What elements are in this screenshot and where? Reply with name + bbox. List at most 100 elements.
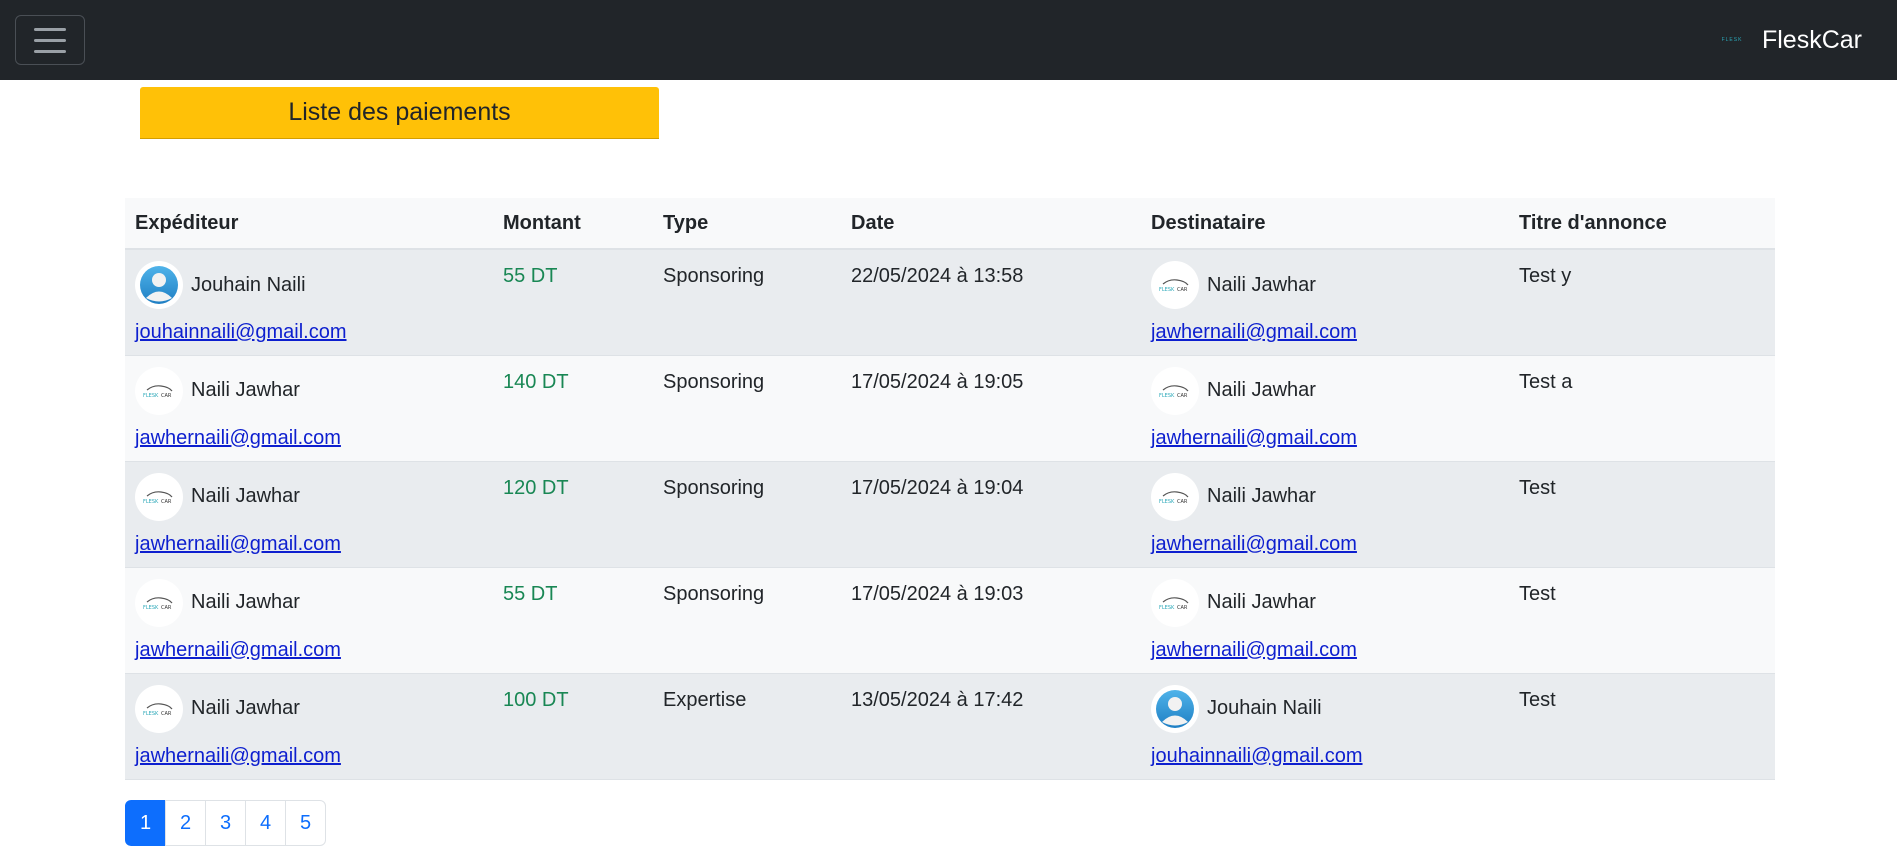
cell-ad-title: Test [1519, 688, 1556, 711]
svg-text:FLESK: FLESK [1159, 287, 1175, 293]
sender-name: Naili Jawhar [191, 379, 300, 401]
cell-amount: 140 DT [503, 370, 569, 393]
sender-email-link[interactable]: jawhernaili@gmail.com [135, 533, 483, 556]
recipient-email-link[interactable]: jawhernaili@gmail.com [1151, 321, 1499, 344]
cell-type: Sponsoring [663, 476, 765, 499]
cell-recipient: FLESK CAR Naili Jawhar jawhernaili@gmail… [1141, 461, 1509, 567]
svg-text:CAR: CAR [1177, 499, 1188, 505]
page-title: Liste des paiements [140, 87, 659, 139]
svg-text:CAR: CAR [161, 711, 172, 717]
recipient-name: Naili Jawhar [1207, 379, 1316, 401]
table-row: FLESK CAR Naili Jawhar jawhernaili@gmail… [125, 355, 1775, 461]
hamburger-icon-bar [34, 49, 66, 53]
cell-date: 17/05/2024 à 19:03 [851, 582, 1024, 605]
svg-text:CAR: CAR [1177, 605, 1188, 611]
svg-text:CAR: CAR [161, 393, 172, 399]
header-sender: Expéditeur [125, 198, 493, 250]
cell-amount: 55 DT [503, 582, 558, 605]
cell-sender: FLESK CAR Naili Jawhar jawhernaili@gmail… [125, 355, 493, 461]
sender-email-link[interactable]: jawhernaili@gmail.com [135, 745, 483, 768]
menu-toggle-button[interactable] [15, 15, 85, 65]
cell-type: Expertise [663, 688, 747, 711]
table-row: FLESK CAR Naili Jawhar jawhernaili@gmail… [125, 567, 1775, 673]
cell-recipient: Jouhain Naili jouhainnaili@gmail.com [1141, 673, 1509, 779]
cell-sender: FLESK CAR Naili Jawhar jawhernaili@gmail… [125, 567, 493, 673]
cell-recipient: FLESK CAR Naili Jawhar jawhernaili@gmail… [1141, 355, 1509, 461]
page-button-5[interactable]: 5 [285, 800, 326, 846]
recipient-info: FLESK CAR Naili Jawhar [1151, 578, 1499, 627]
cell-date: 13/05/2024 à 17:42 [851, 688, 1024, 711]
fleskcar-logo-icon: FLESK CAR [135, 578, 183, 627]
cell-ad-title: Test [1519, 582, 1556, 605]
sender-email-link[interactable]: jawhernaili@gmail.com [135, 427, 483, 450]
cell-type: Sponsoring [663, 370, 765, 393]
recipient-name: Naili Jawhar [1207, 273, 1316, 296]
recipient-info: FLESK CAR Naili Jawhar [1151, 472, 1499, 521]
table-header-row: Expéditeur Montant Type Date Destinatair… [125, 198, 1775, 250]
cell-type: Sponsoring [663, 582, 765, 605]
sender-info: FLESK CAR Naili Jawhar [135, 684, 483, 733]
cell-date: 22/05/2024 à 13:58 [851, 265, 1024, 287]
brand-link[interactable]: FLESK FleskCar [1720, 26, 1862, 55]
pagination: 12345 [125, 800, 326, 846]
cell-date: 17/05/2024 à 19:05 [851, 370, 1024, 393]
sender-name: Naili Jawhar [191, 591, 300, 613]
table-row: Jouhain Naili jouhainnaili@gmail.com 55 … [125, 249, 1775, 355]
cell-amount: 55 DT [503, 265, 558, 287]
fleskcar-logo-icon: FLESK CAR [135, 366, 183, 415]
svg-text:FLESK: FLESK [143, 711, 159, 717]
sender-name: Naili Jawhar [191, 485, 300, 507]
recipient-email-link[interactable]: jouhainnaili@gmail.com [1151, 745, 1499, 768]
fleskcar-logo-icon: FLESK CAR [1151, 578, 1199, 627]
svg-text:FLESK: FLESK [1159, 499, 1175, 505]
page-button-2[interactable]: 2 [165, 800, 206, 846]
recipient-name: Naili Jawhar [1207, 591, 1316, 613]
cell-amount: 100 DT [503, 688, 569, 711]
page-button-1[interactable]: 1 [125, 800, 166, 846]
fleskcar-logo-icon: FLESK CAR [1151, 261, 1199, 309]
svg-text:FLESK: FLESK [143, 605, 159, 611]
brand-name: FleskCar [1761, 25, 1862, 54]
header-type: Type [653, 198, 841, 250]
cell-ad-title: Test [1519, 476, 1556, 499]
sender-info: FLESK CAR Naili Jawhar [135, 472, 483, 521]
recipient-email-link[interactable]: jawhernaili@gmail.com [1151, 427, 1499, 450]
payments-table: Expéditeur Montant Type Date Destinatair… [125, 198, 1775, 780]
fleskcar-logo-icon: FLESK CAR [135, 684, 183, 733]
table-body: Jouhain Naili jouhainnaili@gmail.com 55 … [125, 249, 1775, 779]
header-ad-title: Titre d'annonce [1509, 198, 1775, 250]
recipient-info: FLESK CAR Naili Jawhar [1151, 366, 1499, 415]
payments-table-container: Expéditeur Montant Type Date Destinatair… [125, 198, 1775, 780]
svg-text:FLESK: FLESK [143, 393, 159, 399]
recipient-name: Jouhain Naili [1207, 697, 1322, 719]
sender-info: FLESK CAR Naili Jawhar [135, 366, 483, 415]
svg-text:CAR: CAR [161, 499, 172, 505]
recipient-info: Jouhain Naili [1151, 684, 1499, 733]
table-row: FLESK CAR Naili Jawhar jawhernaili@gmail… [125, 461, 1775, 567]
svg-text:CAR: CAR [1177, 393, 1188, 399]
hamburger-icon-bar [34, 27, 66, 31]
sender-email-link[interactable]: jouhainnaili@gmail.com [135, 321, 483, 344]
header-recipient: Destinataire [1141, 198, 1509, 250]
page-button-4[interactable]: 4 [245, 800, 286, 846]
fleskcar-logo-icon: FLESK CAR [1151, 472, 1199, 521]
svg-text:FLESK: FLESK [1159, 393, 1175, 399]
recipient-email-link[interactable]: jawhernaili@gmail.com [1151, 639, 1499, 662]
cell-recipient: FLESK CAR Naili Jawhar jawhernaili@gmail… [1141, 567, 1509, 673]
cell-ad-title: Test y [1519, 265, 1572, 287]
cell-ad-title: Test a [1519, 370, 1573, 393]
cell-type: Sponsoring [663, 265, 765, 287]
recipient-email-link[interactable]: jawhernaili@gmail.com [1151, 533, 1499, 556]
hamburger-icon-bar [34, 38, 66, 42]
header-amount: Montant [493, 198, 653, 250]
svg-text:CAR: CAR [161, 605, 172, 611]
cell-recipient: FLESK CAR Naili Jawhar jawhernaili@gmail… [1141, 249, 1509, 355]
page-button-3[interactable]: 3 [205, 800, 246, 846]
sender-info: FLESK CAR Naili Jawhar [135, 578, 483, 627]
fleskcar-logo-icon: FLESK CAR [135, 472, 183, 521]
user-avatar-icon [1151, 684, 1199, 733]
recipient-info: FLESK CAR Naili Jawhar [1151, 261, 1499, 309]
sender-email-link[interactable]: jawhernaili@gmail.com [135, 639, 483, 662]
cell-sender: Jouhain Naili jouhainnaili@gmail.com [125, 249, 493, 355]
cell-date: 17/05/2024 à 19:04 [851, 476, 1024, 499]
